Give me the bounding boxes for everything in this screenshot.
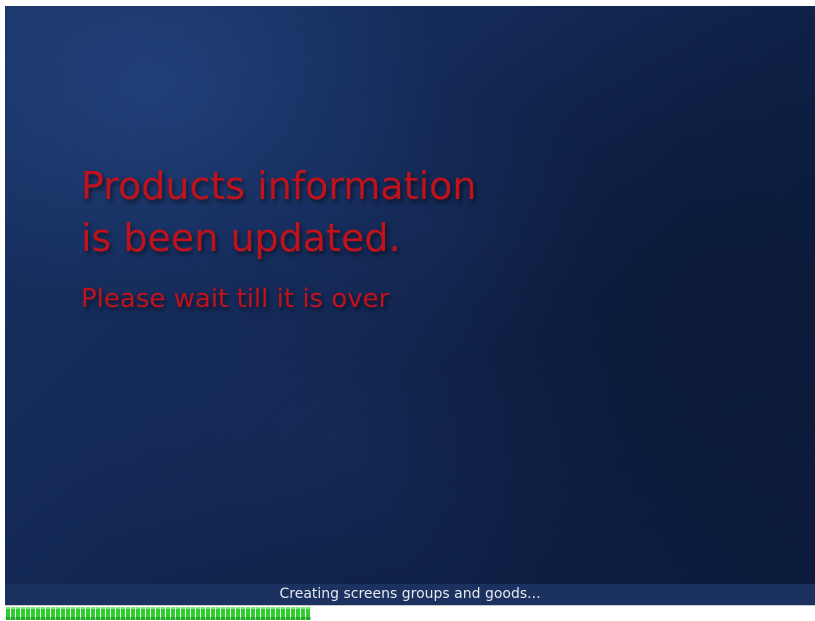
status-message: Creating screens groups and goods... bbox=[5, 584, 815, 605]
splash-window: Products information is been updated. Pl… bbox=[0, 0, 815, 621]
headline-line-1: Products information bbox=[81, 164, 477, 208]
wait-message: Please wait till it is over bbox=[81, 284, 390, 314]
progress-bar bbox=[5, 605, 815, 621]
update-headline: Products information is been updated. bbox=[81, 160, 476, 264]
headline-line-2: is been updated. bbox=[81, 216, 401, 260]
progress-bar-fill bbox=[6, 607, 311, 620]
